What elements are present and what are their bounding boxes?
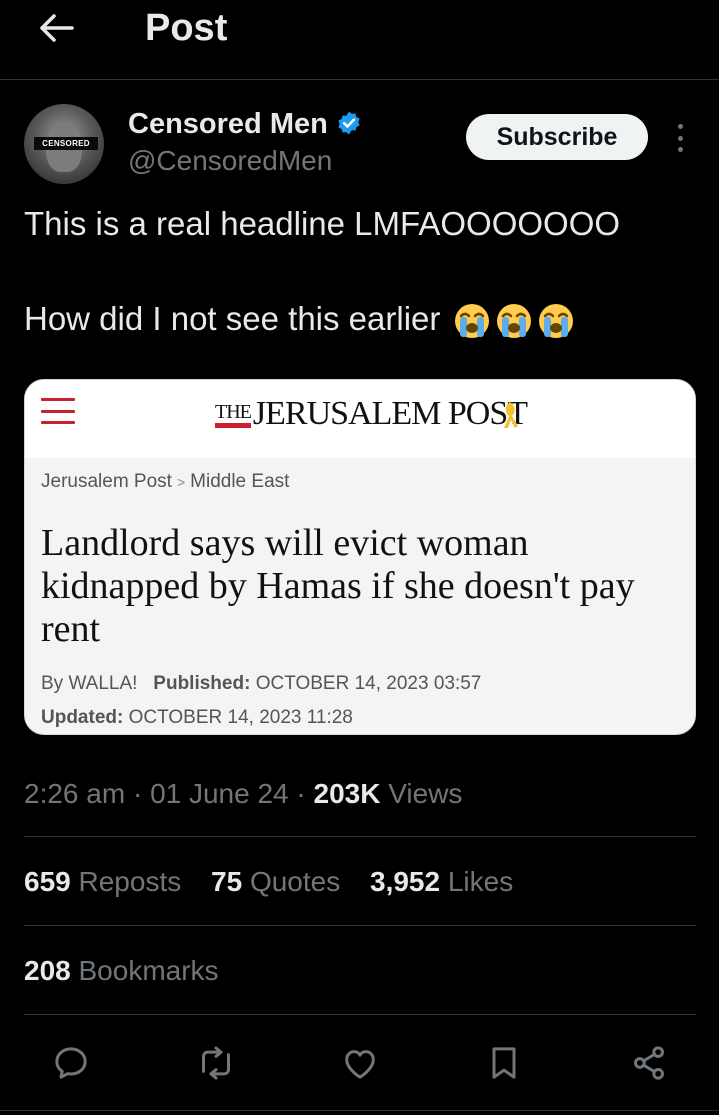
views-count: 203K xyxy=(313,778,381,809)
subscribe-button[interactable]: Subscribe xyxy=(466,114,648,160)
views-label: Views xyxy=(388,778,463,809)
author-name[interactable]: Censored Men xyxy=(128,106,362,142)
article-breadcrumb: Jerusalem Post > Middle East xyxy=(41,470,289,494)
published-label: Published: xyxy=(153,673,251,694)
quotes-count: 75 xyxy=(211,866,243,897)
divider xyxy=(24,836,696,837)
article-headline: Landlord says will evict woman kidnapped… xyxy=(41,522,635,650)
heart-icon xyxy=(345,1050,375,1079)
post-date[interactable]: 01 June 24 xyxy=(150,778,289,809)
reply-icon xyxy=(55,1047,87,1079)
bookmarks-stat[interactable]: 208 Bookmarks xyxy=(24,955,219,986)
loudly-crying-face-icon xyxy=(496,304,531,339)
verified-badge-icon xyxy=(338,111,360,135)
post-meta: 2:26 am · 01 June 24 · 203K Views xyxy=(24,778,463,809)
updated-value: OCTOBER 14, 2023 11:28 xyxy=(128,707,353,728)
author-handle[interactable]: @CensoredMen xyxy=(128,144,332,178)
published-value: OCTOBER 14, 2023 03:57 xyxy=(255,673,482,694)
yellow-ribbon-icon xyxy=(504,402,518,428)
repost-icon xyxy=(202,1046,230,1080)
hamburger-line xyxy=(41,421,75,424)
engagement-stats: 659 Reposts 75 Quotes 3,952 Likes xyxy=(24,864,535,900)
avatar[interactable]: CENSORED xyxy=(24,104,104,184)
jerusalem-post-logo: THEJERUSALEM POST xyxy=(215,394,528,438)
like-button[interactable] xyxy=(337,1040,383,1086)
breadcrumb-item: Jerusalem Post xyxy=(41,471,172,492)
bookmarks-count: 208 xyxy=(24,955,71,986)
more-dot-icon xyxy=(677,135,683,141)
divider xyxy=(24,925,696,926)
bookmarks-stats: 208 Bookmarks xyxy=(24,953,241,989)
embedded-article-image[interactable]: THEJERUSALEM POST Jerusalem Post > Middle … xyxy=(24,379,696,735)
divider xyxy=(24,1014,696,1015)
likes-count: 3,952 xyxy=(370,866,441,897)
tweet-text-line-2-text: How did I not see this earlier xyxy=(24,300,441,337)
article-updated: Updated: OCTOBER 14, 2023 11:28 xyxy=(41,706,353,730)
reply-button[interactable] xyxy=(48,1040,94,1086)
more-options-button[interactable] xyxy=(670,120,690,156)
likes-stat[interactable]: 3,952 Likes xyxy=(370,866,513,897)
page-title: Post xyxy=(145,7,228,49)
post-time[interactable]: 2:26 am xyxy=(24,778,125,809)
author-row: CENSORED Censored Men @CensoredMen Subsc… xyxy=(24,100,704,190)
byline-author: By WALLA! xyxy=(41,673,138,694)
hamburger-menu-icon xyxy=(41,394,75,428)
bookmark-button[interactable] xyxy=(481,1040,527,1086)
loudly-crying-face-icon xyxy=(538,304,573,339)
breadcrumb-separator: > xyxy=(176,474,186,490)
avatar-censor-bar: CENSORED xyxy=(34,137,98,150)
article-site-header: THEJERUSALEM POST xyxy=(25,380,695,458)
logo-main: JERUSALEM POST xyxy=(252,395,528,432)
tweet-text-line-1: This is a real headline LMFAOOOOOOO xyxy=(24,205,621,242)
hamburger-line xyxy=(41,398,75,401)
loudly-crying-face-icon xyxy=(454,304,489,339)
more-dot-icon xyxy=(677,147,683,152)
divider xyxy=(0,1110,719,1111)
logo-the: THE xyxy=(215,401,252,428)
reposts-count: 659 xyxy=(24,866,71,897)
likes-label: Likes xyxy=(447,866,514,897)
repost-button[interactable] xyxy=(193,1040,239,1086)
author-name-text: Censored Men xyxy=(128,108,328,140)
share-button[interactable] xyxy=(626,1040,672,1086)
bookmarks-label: Bookmarks xyxy=(78,955,219,986)
more-dot-icon xyxy=(677,124,683,129)
quotes-stat[interactable]: 75 Quotes xyxy=(211,866,340,897)
hamburger-line xyxy=(41,409,75,413)
bookmark-icon xyxy=(492,1047,516,1079)
breadcrumb-item: Middle East xyxy=(190,471,290,492)
tweet-text-line-2: How did I not see this earlier xyxy=(24,299,704,341)
arrow-left-icon xyxy=(40,14,74,42)
top-bar: Post xyxy=(0,0,719,80)
article-byline: By WALLA! Published: OCTOBER 14, 2023 03… xyxy=(41,672,481,696)
updated-label: Updated: xyxy=(41,707,124,728)
share-icon xyxy=(634,1046,664,1080)
action-bar xyxy=(24,1040,696,1086)
quotes-label: Quotes xyxy=(249,866,341,897)
reposts-label: Reposts xyxy=(78,866,182,897)
back-button[interactable] xyxy=(34,6,78,50)
reposts-stat[interactable]: 659 Reposts xyxy=(24,866,181,897)
